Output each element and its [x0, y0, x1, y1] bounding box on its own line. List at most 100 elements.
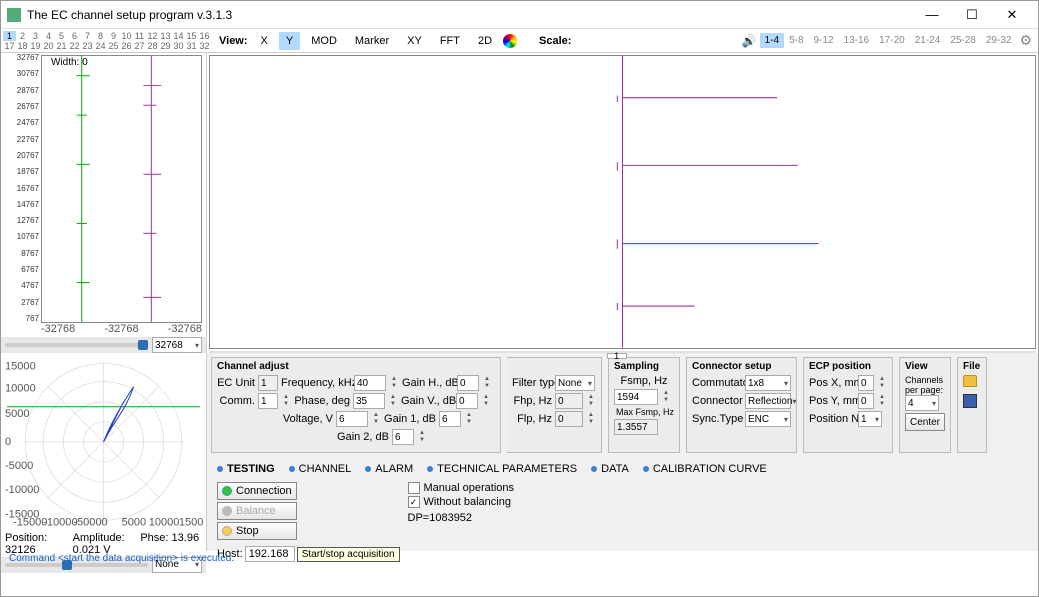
channel-20[interactable]: 20 [42, 41, 55, 51]
spinner-icon[interactable]: ▲▼ [464, 412, 474, 426]
group-5-8[interactable]: 5-8 [784, 33, 808, 48]
channel-1[interactable]: 1 [3, 31, 16, 41]
slider-thumb[interactable] [138, 340, 148, 350]
gainv-field[interactable]: 0 [456, 393, 478, 409]
phase-field[interactable]: 35 [353, 393, 385, 409]
channel-2[interactable]: 2 [16, 31, 29, 41]
main-scrollbar[interactable]: ◄ 1 ► [209, 351, 1036, 361]
minimize-button[interactable]: — [912, 4, 952, 26]
channel-19[interactable]: 19 [29, 41, 42, 51]
group-1-4[interactable]: 1-4 [760, 33, 784, 48]
channel-11[interactable]: 11 [133, 31, 146, 41]
fft-button[interactable]: FFT [433, 32, 467, 50]
filter-select[interactable]: None [555, 375, 595, 391]
polar-slider-track[interactable] [5, 563, 148, 567]
channel-18[interactable]: 18 [16, 41, 29, 51]
channel-12[interactable]: 12 [146, 31, 159, 41]
channel-9[interactable]: 9 [107, 31, 120, 41]
host-input[interactable]: 192.168 [245, 546, 295, 562]
group-13-16[interactable]: 13-16 [839, 33, 875, 48]
comm-field[interactable]: 1 [258, 393, 278, 409]
gear-icon[interactable]: ⚙ [1019, 32, 1032, 49]
channel-7[interactable]: 7 [81, 31, 94, 41]
freq-field[interactable]: 40 [354, 375, 386, 391]
channel-28[interactable]: 28 [146, 41, 159, 51]
channel-6[interactable]: 6 [68, 31, 81, 41]
fhp-field[interactable]: 0 [555, 393, 583, 409]
channel-17[interactable]: 17 [3, 41, 16, 51]
tab-calibration-curve[interactable]: CALIBRATION CURVE [643, 463, 767, 475]
close-button[interactable]: ✕ [992, 4, 1032, 26]
spinner-icon[interactable]: ▲▼ [481, 394, 491, 408]
channel-26[interactable]: 26 [120, 41, 133, 51]
channel-4[interactable]: 4 [42, 31, 55, 41]
slider-track[interactable] [5, 343, 148, 347]
connector-select[interactable]: Reflection [745, 393, 791, 409]
gain1-field[interactable]: 6 [439, 411, 461, 427]
sync-select[interactable]: ENC [745, 411, 791, 427]
group-9-12[interactable]: 9-12 [809, 33, 839, 48]
gainh-field[interactable]: 0 [457, 375, 479, 391]
sound-icon[interactable]: 🔊 [742, 34, 757, 48]
channel-13[interactable]: 13 [159, 31, 172, 41]
spinner-icon[interactable]: ▲▼ [877, 394, 887, 408]
group-21-24[interactable]: 21-24 [910, 33, 946, 48]
tab-alarm[interactable]: ALARM [365, 463, 413, 475]
flp-field[interactable]: 0 [555, 411, 583, 427]
open-icon[interactable] [963, 375, 977, 387]
maximize-button[interactable]: ☐ [952, 4, 992, 26]
posx-field[interactable]: 0 [858, 375, 874, 391]
marker-button[interactable]: Marker [348, 32, 396, 50]
spinner-icon[interactable]: ▲▼ [877, 376, 887, 390]
volt-field[interactable]: 6 [336, 411, 368, 427]
tab-channel[interactable]: CHANNEL [289, 463, 352, 475]
channel-31[interactable]: 31 [185, 41, 198, 51]
spinner-icon[interactable]: ▲▼ [417, 430, 427, 444]
mod-button[interactable]: MOD [304, 32, 344, 50]
channel-32[interactable]: 32 [198, 41, 211, 51]
center-button[interactable]: Center [905, 413, 945, 431]
left-zoom-value[interactable]: 32768 [152, 337, 202, 353]
channel-15[interactable]: 15 [185, 31, 198, 41]
xy-button[interactable]: XY [400, 32, 429, 50]
posy-field[interactable]: 0 [858, 393, 874, 409]
channel-5[interactable]: 5 [55, 31, 68, 41]
manual-checkbox[interactable] [408, 482, 420, 494]
channel-27[interactable]: 27 [133, 41, 146, 51]
connection-button[interactable]: Connection [217, 482, 297, 500]
tab-technical-parameters[interactable]: TECHNICAL PARAMETERS [427, 463, 577, 475]
2d-button[interactable]: 2D [471, 32, 499, 50]
group-29-32[interactable]: 29-32 [981, 33, 1017, 48]
without-balancing-checkbox[interactable]: ✓ [408, 496, 420, 508]
channel-22[interactable]: 22 [68, 41, 81, 51]
channel-29[interactable]: 29 [159, 41, 172, 51]
channel-23[interactable]: 23 [81, 41, 94, 51]
x-button[interactable]: X [254, 32, 275, 50]
spinner-icon[interactable]: ▲▼ [482, 376, 492, 390]
channel-25[interactable]: 25 [107, 41, 120, 51]
spinner-icon[interactable]: ▲▼ [661, 390, 671, 404]
spinner-icon[interactable]: ▲▼ [371, 412, 381, 426]
spinner-icon[interactable]: ▲▼ [388, 394, 398, 408]
polar-slider-thumb[interactable] [62, 560, 72, 570]
channel-21[interactable]: 21 [55, 41, 68, 51]
save-icon[interactable] [963, 394, 977, 408]
fsmp-field[interactable]: 1594 [614, 389, 658, 405]
color-icon[interactable] [503, 34, 517, 48]
tab-data[interactable]: DATA [591, 463, 629, 475]
spinner-icon[interactable]: ▲▼ [586, 394, 596, 408]
posn-select[interactable]: 1 [858, 411, 882, 427]
channel-16[interactable]: 16 [198, 31, 211, 41]
tab-testing[interactable]: TESTING [217, 463, 275, 475]
spinner-icon[interactable]: ▲▼ [281, 394, 291, 408]
scroll-thumb[interactable]: 1 [607, 353, 627, 359]
gain2-field[interactable]: 6 [392, 429, 414, 445]
stop-button[interactable]: Stop [217, 522, 297, 540]
spinner-icon[interactable]: ▲▼ [586, 412, 596, 426]
channel-3[interactable]: 3 [29, 31, 42, 41]
channel-14[interactable]: 14 [172, 31, 185, 41]
channel-24[interactable]: 24 [94, 41, 107, 51]
channel-10[interactable]: 10 [120, 31, 133, 41]
group-25-28[interactable]: 25-28 [945, 33, 981, 48]
channel-8[interactable]: 8 [94, 31, 107, 41]
